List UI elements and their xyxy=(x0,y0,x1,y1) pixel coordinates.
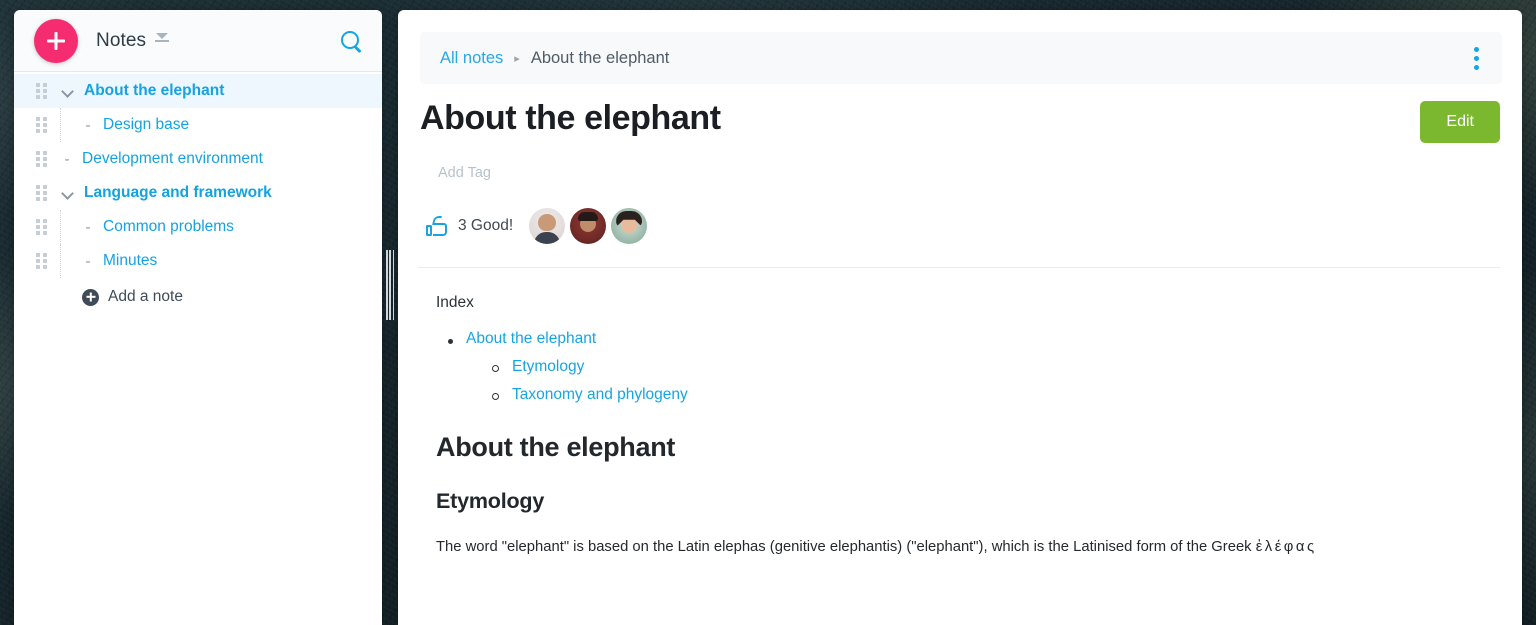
chevron-down-icon[interactable] xyxy=(60,185,76,201)
tree-item-language-and-framework[interactable]: Language and framework xyxy=(14,176,382,210)
index-list: About the elephant Etymology Taxonomy an… xyxy=(436,330,1500,404)
drag-handle-icon[interactable] xyxy=(36,219,48,235)
tree-item-label: Development environment xyxy=(82,150,263,167)
plus-circle-icon xyxy=(82,288,99,306)
avatar[interactable] xyxy=(529,208,566,244)
index-link-about-the-elephant[interactable]: About the elephant xyxy=(466,330,596,347)
tree-guide-line xyxy=(60,108,61,142)
paragraph-text: The word "elephant" is based on the Lati… xyxy=(436,539,1256,555)
avatar[interactable] xyxy=(570,208,607,244)
tree-item-label: Minutes xyxy=(103,252,158,269)
tree-guide-line xyxy=(60,210,61,244)
leaf-dash-icon: - xyxy=(85,218,91,236)
leaf-dash-icon: - xyxy=(85,116,91,134)
content-divider xyxy=(418,267,1500,268)
breadcrumb-current-item: About the elephant xyxy=(530,48,670,67)
drag-handle-icon[interactable] xyxy=(36,83,48,99)
note-body: Index About the elephant Etymology Taxon… xyxy=(398,294,1522,558)
drag-handle-icon[interactable] xyxy=(36,185,48,201)
add-note-fab-button[interactable] xyxy=(34,18,78,63)
notes-sidebar-panel: Notes About the elephant - Design base -… xyxy=(14,10,382,625)
leaf-dash-icon: - xyxy=(85,252,91,270)
add-tag-input[interactable]: Add Tag xyxy=(438,165,1522,181)
sidebar-header: Notes xyxy=(14,10,382,72)
panel-resize-handle[interactable] xyxy=(386,250,394,320)
add-a-note-button[interactable]: Add a note xyxy=(14,280,382,314)
kebab-menu-icon[interactable] xyxy=(1464,45,1488,71)
list-item: Taxonomy and phylogeny xyxy=(466,386,1500,404)
index-heading: Index xyxy=(436,294,474,311)
tree-item-design-base[interactable]: - Design base xyxy=(14,108,382,142)
note-title-row: About the elephant Edit xyxy=(420,98,1500,143)
index-link-etymology[interactable]: Etymology xyxy=(512,358,584,375)
tree-item-development-environment[interactable]: - Development environment xyxy=(14,142,382,176)
reaction-row: 3 Good! xyxy=(426,207,1522,245)
breadcrumb: All notes ▸ About the elephant xyxy=(420,32,1502,84)
note-content-panel: All notes ▸ About the elephant About the… xyxy=(398,10,1522,625)
leaf-dash-icon: - xyxy=(64,150,70,168)
index-sublist: Etymology Taxonomy and phylogeny xyxy=(466,358,1500,404)
tree-item-label: About the elephant xyxy=(84,82,225,99)
drag-handle-icon[interactable] xyxy=(36,253,48,269)
tree-item-minutes[interactable]: - Minutes xyxy=(14,244,382,278)
list-item: Etymology xyxy=(466,358,1500,376)
list-item: About the elephant Etymology Taxonomy an… xyxy=(436,330,1500,404)
avatar[interactable] xyxy=(611,208,648,244)
add-a-note-label: Add a note xyxy=(108,288,183,305)
reaction-avatars xyxy=(529,208,652,244)
drag-handle-icon[interactable] xyxy=(36,117,48,133)
chevron-down-icon[interactable] xyxy=(60,83,76,99)
tree-guide-line xyxy=(60,244,61,278)
reaction-count-label: 3 Good! xyxy=(458,217,514,234)
search-icon[interactable] xyxy=(338,28,364,54)
drag-handle-icon[interactable] xyxy=(36,151,48,167)
thumbs-up-icon[interactable] xyxy=(426,216,447,236)
note-tree: About the elephant - Design base - Devel… xyxy=(14,72,382,314)
tree-item-label: Design base xyxy=(103,116,190,133)
heading-about-the-elephant: About the elephant xyxy=(436,432,676,462)
page-title: About the elephant xyxy=(420,99,721,137)
tree-item-about-the-elephant[interactable]: About the elephant xyxy=(14,74,382,108)
sidebar-title: Notes xyxy=(96,29,147,51)
paragraph-etymology: The word "elephant" is based on the Lati… xyxy=(436,536,1500,558)
tree-item-label: Common problems xyxy=(103,218,234,235)
tree-item-label: Language and framework xyxy=(84,184,272,201)
breadcrumb-separator-icon: ▸ xyxy=(514,52,520,65)
edit-button[interactable]: Edit xyxy=(1420,101,1500,143)
greek-word: ἐλέφας xyxy=(1255,539,1317,555)
tree-item-common-problems[interactable]: - Common problems xyxy=(14,210,382,244)
index-link-taxonomy-and-phylogeny[interactable]: Taxonomy and phylogeny xyxy=(512,386,688,403)
breadcrumb-all-notes-link[interactable]: All notes xyxy=(440,49,503,68)
collapse-all-icon[interactable] xyxy=(155,32,170,50)
heading-etymology: Etymology xyxy=(436,489,545,513)
